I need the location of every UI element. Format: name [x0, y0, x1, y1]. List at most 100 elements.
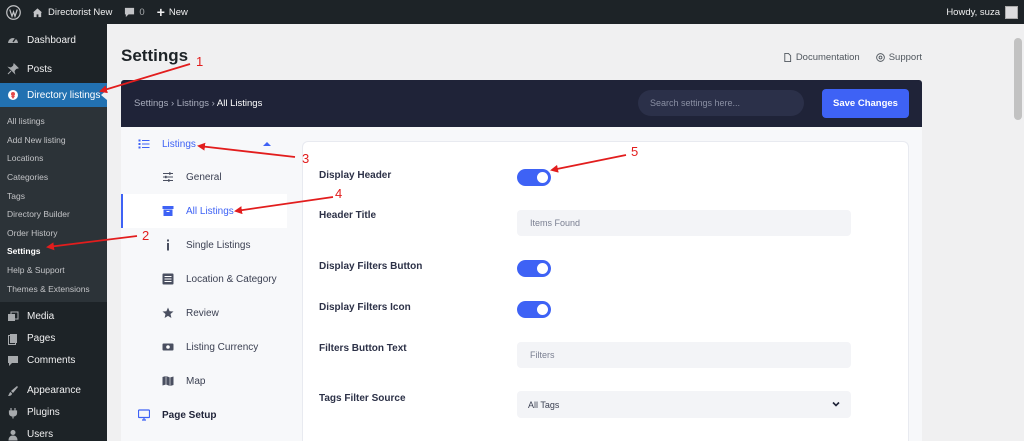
list-box-icon	[161, 272, 175, 286]
nav-group-label: Listings	[162, 138, 196, 150]
settings-nav: Listings General All Listings Single Lis…	[121, 127, 287, 441]
nav-label: General	[186, 171, 222, 183]
info-icon	[161, 238, 175, 252]
nav-label: All Listings	[186, 205, 234, 217]
page-scrollbar[interactable]	[1012, 24, 1024, 441]
display-header-toggle[interactable]	[517, 169, 551, 186]
breadcrumb-settings[interactable]: Settings	[134, 98, 168, 109]
admin-sidebar: Dashboard Posts Directory listings All l…	[0, 24, 107, 441]
tags-filter-source-select[interactable]: All Tags	[517, 391, 851, 418]
menu-appearance[interactable]: Appearance	[0, 380, 107, 402]
scrollbar-thumb[interactable]	[1014, 38, 1022, 120]
submenu-locations[interactable]: Locations	[0, 149, 107, 168]
submenu-tags[interactable]: Tags	[0, 186, 107, 205]
filters-button-text-input[interactable]: Filters	[517, 342, 851, 368]
field-label-tags-filter-source: Tags Filter Source	[319, 393, 406, 404]
save-changes-button[interactable]: Save Changes	[822, 89, 909, 118]
admin-bar: Directorist New 0 + New Howdy, suza	[0, 0, 1024, 24]
nav-group-listings[interactable]: Listings	[121, 127, 287, 161]
settings-search-input[interactable]: Search settings here...	[638, 90, 804, 116]
user-icon	[7, 429, 19, 441]
field-label-header-title: Header Title	[319, 210, 377, 221]
menu-dashboard[interactable]: Dashboard	[0, 29, 107, 51]
star-icon	[161, 306, 175, 320]
settings-card: Display Header Header Title Items Found …	[302, 141, 909, 441]
submenu-all-listings[interactable]: All listings	[0, 112, 107, 131]
comments-link[interactable]: 0	[118, 0, 150, 24]
documentation-label: Documentation	[795, 52, 860, 63]
submenu-settings[interactable]: Settings	[0, 242, 107, 261]
annotation-number-5: 5	[631, 144, 639, 159]
menu-directory-listings[interactable]: Directory listings	[0, 83, 107, 107]
menu-label: Comments	[27, 355, 76, 367]
howdy-text: Howdy, suza	[946, 6, 1000, 18]
submenu-directory-builder[interactable]: Directory Builder	[0, 205, 107, 224]
support-link[interactable]: Support	[875, 52, 922, 63]
map-pin-icon	[7, 89, 19, 101]
settings-header: Settings › Listings › All Listings Searc…	[121, 80, 922, 127]
breadcrumb-listings[interactable]: Listings	[177, 98, 209, 109]
nav-location-category[interactable]: Location & Category	[121, 262, 287, 296]
avatar	[1005, 5, 1018, 19]
menu-users[interactable]: Users	[0, 424, 107, 441]
nav-all-listings[interactable]: All Listings	[121, 194, 287, 228]
submenu-categories[interactable]: Categories	[0, 168, 107, 187]
new-label: New	[168, 6, 188, 18]
submenu-help-support[interactable]: Help & Support	[0, 261, 107, 280]
menu-label: Media	[27, 311, 55, 323]
field-label-filters-button-text: Filters Button Text	[319, 343, 407, 354]
home-icon	[32, 7, 43, 17]
site-name-link[interactable]: Directorist New	[26, 0, 118, 24]
annotation-number-2: 2	[142, 228, 150, 243]
menu-label: Posts	[27, 63, 53, 75]
nav-general[interactable]: General	[121, 160, 287, 194]
chevron-up-icon[interactable]	[263, 142, 271, 146]
nav-label: Location & Category	[186, 273, 277, 285]
nav-review[interactable]: Review	[121, 296, 287, 330]
my-account-link[interactable]: Howdy, suza	[940, 0, 1024, 24]
document-icon	[784, 53, 791, 62]
site-name: Directorist New	[48, 6, 113, 18]
top-links: Documentation Support	[783, 52, 922, 63]
menu-comments[interactable]: Comments	[0, 350, 107, 372]
help-circle-icon	[875, 53, 885, 62]
header-title-input[interactable]: Items Found	[517, 210, 851, 236]
nav-map[interactable]: Map	[121, 364, 287, 398]
annotation-number-3: 3	[302, 151, 310, 166]
field-label-display-header: Display Header	[319, 170, 392, 181]
page-title: Settings	[121, 46, 189, 65]
new-content-link[interactable]: + New	[151, 0, 194, 24]
menu-pages[interactable]: Pages	[0, 328, 107, 350]
menu-label: Pages	[27, 333, 56, 345]
menu-label: Users	[27, 429, 54, 441]
wordpress-logo-icon[interactable]	[0, 0, 26, 24]
nav-listing-currency[interactable]: Listing Currency	[121, 330, 287, 364]
menu-label: Directory listings	[27, 89, 101, 101]
chevron-down-icon	[832, 401, 840, 407]
menu-label: Plugins	[27, 407, 60, 419]
map-icon	[161, 374, 175, 388]
sliders-icon	[161, 170, 175, 184]
menu-posts[interactable]: Posts	[0, 58, 107, 80]
menu-plugins[interactable]: Plugins	[0, 402, 107, 424]
submenu-themes-extensions[interactable]: Themes & Extensions	[0, 279, 107, 298]
pages-icon	[7, 333, 19, 345]
money-icon	[161, 340, 175, 354]
display-filters-button-toggle[interactable]	[517, 260, 551, 277]
submenu-order-history[interactable]: Order History	[0, 224, 107, 243]
comment-icon	[125, 7, 135, 17]
comments-count: 0	[139, 6, 145, 18]
display-filters-icon-toggle[interactable]	[517, 301, 551, 318]
submenu-add-new-listing[interactable]: Add New listing	[0, 131, 107, 150]
nav-label: Single Listings	[186, 239, 251, 251]
breadcrumb-current: All Listings	[216, 98, 263, 109]
brush-icon	[7, 385, 19, 397]
plug-icon	[7, 407, 19, 419]
annotation-number-1: 1	[196, 54, 204, 69]
media-icon	[7, 311, 19, 323]
nav-page-setup[interactable]: Page Setup	[121, 398, 287, 432]
nav-label: Page Setup	[162, 409, 217, 421]
annotation-number-4: 4	[335, 186, 343, 201]
menu-media[interactable]: Media	[0, 306, 107, 328]
documentation-link[interactable]: Documentation	[783, 52, 860, 63]
